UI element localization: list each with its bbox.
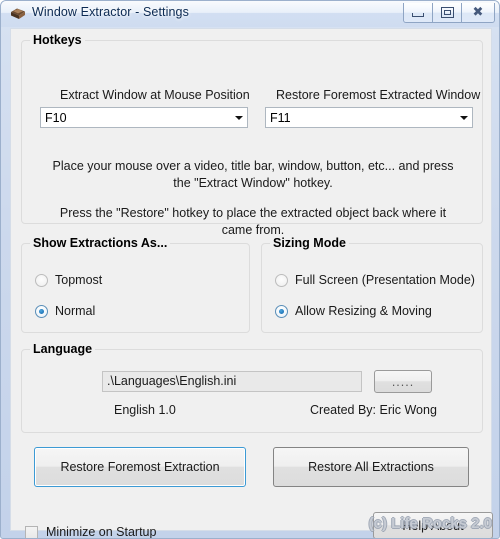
radio-topmost-indicator xyxy=(35,273,48,287)
language-author-label: Created By: Eric Wong xyxy=(310,403,437,417)
restore-hotkey-value: F11 xyxy=(270,110,291,125)
sizing-mode-group-label: Sizing Mode xyxy=(270,236,349,250)
maximize-button[interactable] xyxy=(433,3,462,22)
language-group-label: Language xyxy=(30,342,96,356)
extract-hotkey-combobox[interactable]: F10 xyxy=(40,107,248,128)
radio-topmost-label: Topmost xyxy=(55,273,103,287)
minimize-icon xyxy=(412,12,424,17)
minimize-on-startup-indicator xyxy=(25,525,38,538)
hotkeys-group-label: Hotkeys xyxy=(30,33,85,47)
chevron-down-icon xyxy=(455,115,472,120)
show-extractions-group: Show Extractions As... Topmost Normal xyxy=(21,236,250,333)
hotkeys-group: Hotkeys Extract Window at Mouse Position… xyxy=(21,33,483,237)
radio-normal-indicator xyxy=(35,304,48,318)
minimize-button[interactable] xyxy=(404,3,433,22)
application-window: Window Extractor - Settings ✖ Hotkeys Ex… xyxy=(0,0,500,539)
radio-full-screen-indicator xyxy=(275,273,288,287)
radio-full-screen[interactable]: Full Screen (Presentation Mode) xyxy=(275,273,475,287)
chevron-down-icon xyxy=(230,115,247,120)
radio-allow-resizing-indicator xyxy=(275,304,288,318)
extract-instructions: Place your mouse over a video, title bar… xyxy=(52,159,454,190)
window-title: Window Extractor - Settings xyxy=(32,5,189,19)
radio-normal-label: Normal xyxy=(55,304,96,318)
minimize-on-startup-checkbox[interactable]: Minimize on Startup xyxy=(25,525,157,539)
sizing-mode-group: Sizing Mode Full Screen (Presentation Mo… xyxy=(261,236,483,333)
radio-topmost[interactable]: Topmost xyxy=(35,273,102,287)
language-version-label: English 1.0 xyxy=(114,403,176,417)
language-path-input[interactable]: .\Languages\English.ini xyxy=(102,371,362,392)
radio-allow-resizing[interactable]: Allow Resizing & Moving xyxy=(275,304,432,318)
help-about-button[interactable]: Help About xyxy=(373,512,493,538)
radio-allow-resizing-label: Allow Resizing & Moving xyxy=(295,304,432,318)
show-extractions-group-label: Show Extractions As... xyxy=(30,236,171,250)
close-button[interactable]: ✖ xyxy=(462,3,494,22)
extract-hotkey-value: F10 xyxy=(45,110,67,125)
maximize-icon xyxy=(440,7,454,18)
restore-foremost-extraction-button[interactable]: Restore Foremost Extraction xyxy=(34,447,246,487)
radio-normal[interactable]: Normal xyxy=(35,304,95,318)
language-group: Language .\Languages\English.ini ..... E… xyxy=(21,342,483,433)
extract-hotkey-label: Extract Window at Mouse Position xyxy=(60,88,250,102)
close-icon: ✖ xyxy=(472,5,484,20)
radio-full-screen-label: Full Screen (Presentation Mode) xyxy=(295,273,475,287)
caption-button-group: ✖ xyxy=(403,3,495,23)
restore-all-extractions-button[interactable]: Restore All Extractions xyxy=(273,447,469,487)
title-bar[interactable]: Window Extractor - Settings ✖ xyxy=(1,1,499,27)
client-area: Hotkeys Extract Window at Mouse Position… xyxy=(10,28,493,538)
restore-hotkey-label: Restore Foremost Extracted Window xyxy=(276,88,481,102)
window-extractor-icon xyxy=(11,8,25,19)
minimize-on-startup-label: Minimize on Startup xyxy=(46,525,157,539)
browse-language-button[interactable]: ..... xyxy=(374,370,432,393)
restore-hotkey-combobox[interactable]: F11 xyxy=(265,107,473,128)
restore-instructions: Press the "Restore" hotkey to place the … xyxy=(59,206,447,237)
